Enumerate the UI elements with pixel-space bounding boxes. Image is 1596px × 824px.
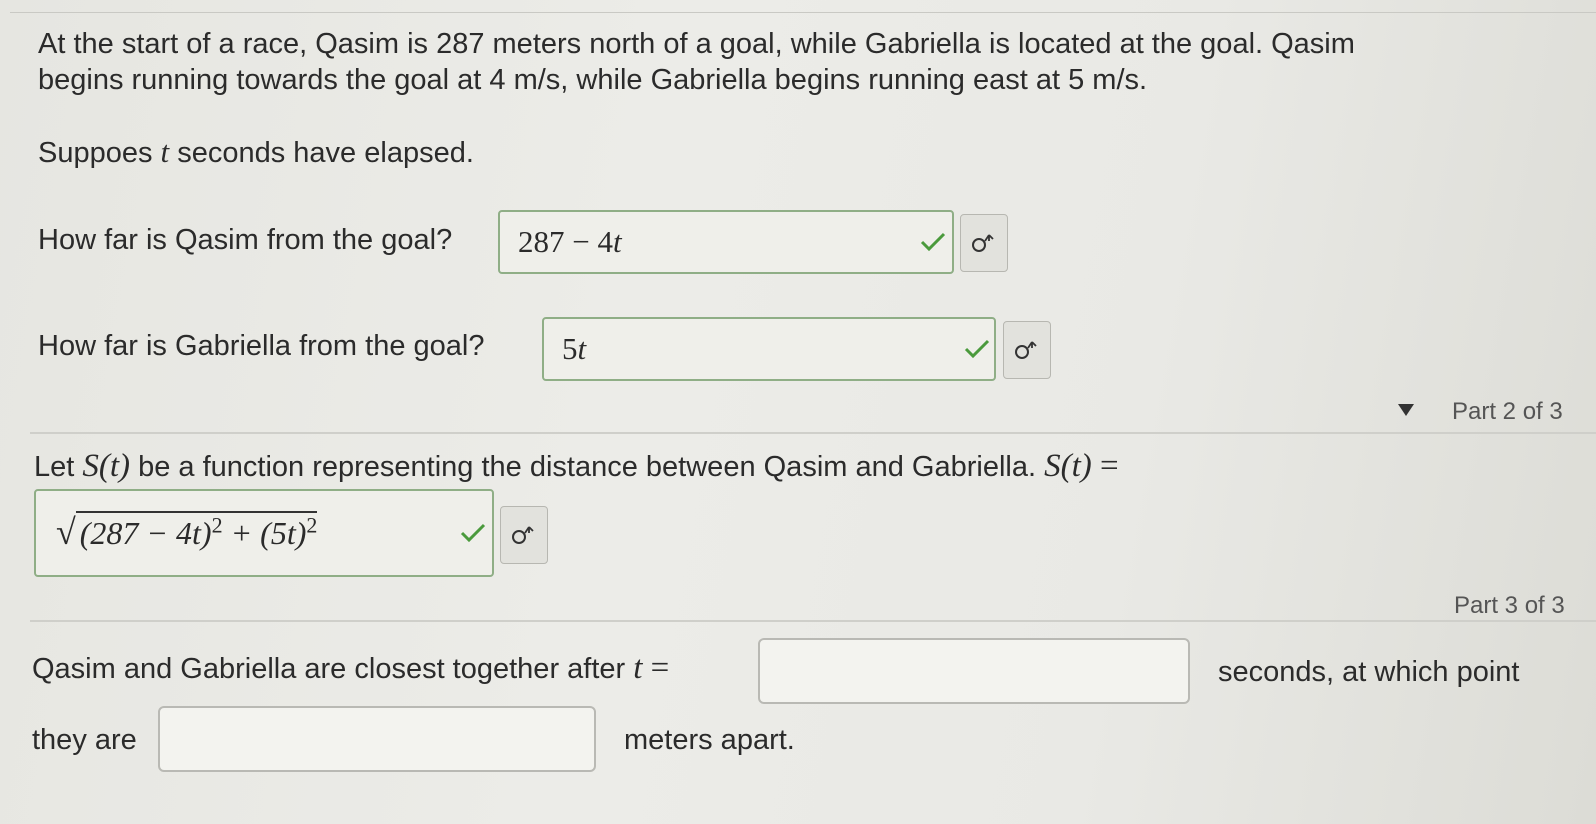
q2-label: How far is Gabriella from the goal? xyxy=(38,330,485,362)
sigma-symbol-icon xyxy=(1015,341,1037,359)
q1-label: How far is Qasim from the goal? xyxy=(38,224,453,256)
exponent-2: 2 xyxy=(306,512,318,538)
part-3-divider xyxy=(30,620,1596,622)
problem-line-2: begins running towards the goal at 4 m/s… xyxy=(38,64,1148,96)
q2-answer-num: 5 xyxy=(562,331,578,366)
part-3-line-2-prefix: they are xyxy=(32,724,137,756)
suppose-var: t xyxy=(160,134,170,169)
q1-answer-num: 287 − 4 xyxy=(518,224,613,259)
sqrt-symbol: √ xyxy=(56,512,76,552)
problem-line-1: At the start of a race, Qasim is 287 met… xyxy=(38,28,1355,60)
q1-answer-value: 287 − 4t xyxy=(518,224,622,260)
suppose-line: Suppoes t seconds have elapsed. xyxy=(38,134,474,171)
checkmark-icon xyxy=(964,339,990,359)
sigma-symbol-icon xyxy=(512,526,534,544)
q2-answer-value: 5t xyxy=(562,331,586,367)
prompt-func-2: S(t) xyxy=(1044,448,1092,484)
prompt-eq: = xyxy=(1091,448,1119,484)
radicand-term-2: + (5t) xyxy=(222,515,307,551)
q2-answer-var: t xyxy=(577,331,587,366)
part-2-prompt: Let S(t) be a function representing the … xyxy=(34,448,1119,485)
q1-answer-var: t xyxy=(612,224,622,259)
closest-time-input[interactable] xyxy=(758,638,1190,704)
sqrt-radicand: (287 − 4t)2 + (5t)2 xyxy=(75,511,318,551)
line1-pre: Qasim and Gabriella are closest together… xyxy=(32,653,634,685)
triangle-down-icon[interactable] xyxy=(1396,402,1416,418)
radicand-term-1: (287 − 4t) xyxy=(79,515,212,551)
checkmark-icon xyxy=(460,523,486,543)
sigma-symbol-icon xyxy=(972,234,994,252)
exponent-1: 2 xyxy=(211,512,223,538)
q1-answer-field[interactable]: 287 − 4t xyxy=(498,210,954,274)
part-2-header: Part 2 of 3 xyxy=(1452,398,1563,425)
prompt-func: S(t) xyxy=(82,448,131,484)
s-function-answer-value: √ (287 − 4t)2 + (5t)2 xyxy=(56,511,318,553)
part-3-line-2-suffix: meters apart. xyxy=(624,724,795,756)
prompt-mid: be a function representing the distance … xyxy=(130,451,1045,483)
symbol-palette-button[interactable] xyxy=(1003,321,1051,379)
closest-distance-input[interactable] xyxy=(158,706,596,772)
checkmark-icon xyxy=(920,232,946,252)
symbol-palette-button[interactable] xyxy=(960,214,1008,272)
top-divider xyxy=(10,12,1596,13)
symbol-palette-button[interactable] xyxy=(500,506,548,564)
suppose-post: seconds have elapsed. xyxy=(169,137,474,169)
s-function-answer-field[interactable]: √ (287 − 4t)2 + (5t)2 xyxy=(34,489,494,577)
suppose-pre: Suppoes xyxy=(38,137,161,169)
part-3-line-1-suffix: seconds, at which point xyxy=(1218,656,1520,688)
part-3-line-1-prefix: Qasim and Gabriella are closest together… xyxy=(32,650,669,687)
part-2-divider xyxy=(30,432,1596,434)
line1-eq: = xyxy=(642,650,670,686)
q2-answer-field[interactable]: 5t xyxy=(542,317,996,381)
prompt-pre: Let xyxy=(34,451,83,483)
part-3-header: Part 3 of 3 xyxy=(1454,592,1565,619)
